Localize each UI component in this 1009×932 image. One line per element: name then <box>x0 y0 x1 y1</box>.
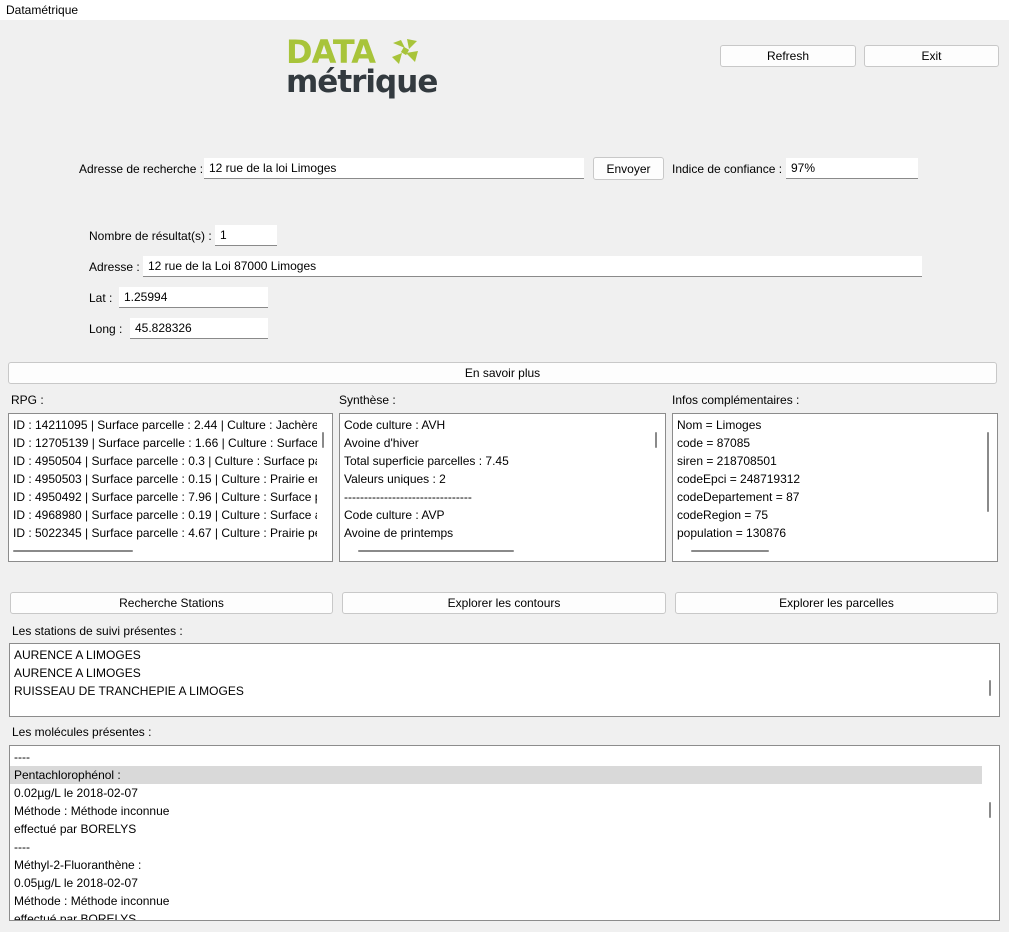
list-item: Nom = Limoges <box>677 418 762 432</box>
search-stations-button[interactable]: Recherche Stations <box>10 592 333 614</box>
list-item: Code culture : AVP <box>344 508 445 522</box>
logo-metrique-text: métrique <box>286 64 438 100</box>
explore-contours-button[interactable]: Explorer les contours <box>342 592 666 614</box>
stations-list[interactable]: AURENCE A LIMOGES AURENCE A LIMOGES RUIS… <box>9 643 1000 717</box>
lat-field: 1.25994 <box>119 287 268 308</box>
list-item: ---- <box>14 840 30 854</box>
list-item: AURENCE A LIMOGES <box>14 648 141 662</box>
list-item-selected: Pentachlorophénol : <box>10 766 982 784</box>
send-button[interactable]: Envoyer <box>593 157 664 180</box>
rpg-label: RPG : <box>11 393 44 407</box>
list-item: ID : 12705139 | Surface parcelle : 1.66 … <box>13 436 317 450</box>
rpg-list[interactable]: ID : 14211095 | Surface parcelle : 2.44 … <box>8 413 333 562</box>
list-item: siren = 218708501 <box>677 454 777 468</box>
list-item: ID : 4950503 | Surface parcelle : 0.15 |… <box>13 472 317 486</box>
search-address-input[interactable]: 12 rue de la loi Limoges <box>204 158 584 179</box>
synthese-horizontal-scrollbar[interactable] <box>358 550 514 552</box>
confidence-field: 97% <box>786 158 918 179</box>
list-item: RUISSEAU DE TRANCHEPIE A LIMOGES <box>14 684 244 698</box>
list-item: codeEpci = 248719312 <box>677 472 801 486</box>
refresh-button[interactable]: Refresh <box>720 45 856 67</box>
list-item: ID : 14211095 | Surface parcelle : 2.44 … <box>13 418 317 432</box>
synthese-list[interactable]: Code culture : AVH Avoine d'hiver Total … <box>339 413 666 562</box>
search-address-label: Adresse de recherche : <box>79 162 204 176</box>
explore-parcels-button[interactable]: Explorer les parcelles <box>675 592 998 614</box>
synthese-vertical-scrollbar[interactable] <box>655 432 657 448</box>
infos-label: Infos complémentaires : <box>672 393 800 407</box>
rpg-horizontal-scrollbar[interactable] <box>13 550 133 552</box>
result-address-label: Adresse : <box>89 260 140 274</box>
molecules-list[interactable]: ---- Pentachlorophénol : 0.02µg/L le 201… <box>9 745 1000 921</box>
list-item: 0.05µg/L le 2018-02-07 <box>14 876 138 890</box>
molecules-vertical-scrollbar[interactable] <box>989 802 991 818</box>
list-item: Avoine d'hiver <box>344 436 419 450</box>
more-info-button[interactable]: En savoir plus <box>8 362 997 384</box>
stations-vertical-scrollbar[interactable] <box>989 680 991 696</box>
lat-label: Lat : <box>89 291 113 305</box>
list-item: ID : 4950504 | Surface parcelle : 0.3 | … <box>13 454 317 468</box>
synthese-label: Synthèse : <box>339 393 396 407</box>
infos-horizontal-scrollbar[interactable] <box>691 550 769 552</box>
list-item: code = 87085 <box>677 436 751 450</box>
list-item: effectué par BORELYS <box>14 912 137 921</box>
list-item: Méthode : Méthode inconnue <box>14 894 170 908</box>
exit-button[interactable]: Exit <box>864 45 999 67</box>
list-item: ---- <box>14 750 30 764</box>
result-count-field: 1 <box>215 225 277 246</box>
list-item: effectué par BORELYS <box>14 822 137 836</box>
window-title: Datamétrique <box>6 3 79 17</box>
list-item: Avoine de printemps <box>344 526 454 540</box>
list-item: -------------------------------- <box>344 490 472 504</box>
list-item: Méthyl-2-Fluoranthène : <box>14 858 142 872</box>
title-bar: Datamétrique <box>0 0 1009 20</box>
infos-vertical-scrollbar[interactable] <box>987 432 989 512</box>
stations-label: Les stations de suivi présentes : <box>12 624 183 638</box>
list-item: AURENCE A LIMOGES <box>14 666 141 680</box>
list-item: codeDepartement = 87 <box>677 490 800 504</box>
list-item: Total superficie parcelles : 7.45 <box>344 454 509 468</box>
long-label: Long : <box>89 322 123 336</box>
molecules-label: Les molécules présentes : <box>12 725 152 739</box>
long-field: 45.828326 <box>130 318 268 339</box>
result-address-field: 12 rue de la Loi 87000 Limoges <box>143 256 922 277</box>
list-item: 0.02µg/L le 2018-02-07 <box>14 786 138 800</box>
list-item: ID : 5022345 | Surface parcelle : 4.67 |… <box>13 526 317 540</box>
list-item: Code culture : AVH <box>344 418 446 432</box>
list-item: ID : 4950492 | Surface parcelle : 7.96 |… <box>13 490 317 504</box>
logo-star-icon <box>392 39 418 64</box>
list-item: Méthode : Méthode inconnue <box>14 804 170 818</box>
result-count-label: Nombre de résultat(s) : <box>89 229 212 243</box>
list-item: ID : 4968980 | Surface parcelle : 0.19 |… <box>13 508 317 522</box>
confidence-label: Indice de confiance : <box>672 162 783 176</box>
list-item: codeRegion = 75 <box>677 508 769 522</box>
list-item: population = 130876 <box>677 526 787 540</box>
rpg-vertical-scrollbar[interactable] <box>322 432 324 448</box>
list-item: Valeurs uniques : 2 <box>344 472 446 486</box>
infos-list[interactable]: Nom = Limoges code = 87085 siren = 21870… <box>672 413 998 562</box>
